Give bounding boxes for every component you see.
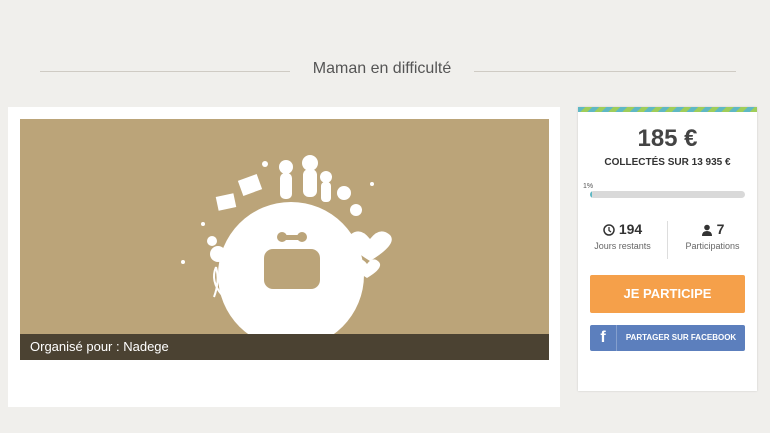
facebook-icon: f bbox=[590, 325, 617, 351]
organizer-bar: Organisé pour : Nadege bbox=[20, 334, 549, 360]
people-icon bbox=[279, 155, 332, 202]
days-remaining-stat: 194 Jours restants bbox=[578, 221, 667, 251]
gift-icon bbox=[215, 174, 263, 211]
facebook-share-label: PARTAGER SUR FACEBOOK bbox=[625, 333, 737, 342]
collected-goal-text: COLLECTÉS SUR 13 935 € bbox=[604, 157, 731, 168]
title-divider-right bbox=[474, 71, 736, 72]
title-divider-left bbox=[40, 71, 290, 72]
facebook-share-button[interactable]: f PARTAGER SUR FACEBOOK bbox=[590, 325, 745, 351]
days-remaining-label: Jours restants bbox=[594, 241, 651, 251]
campaign-card: Organisé pour : Nadege bbox=[8, 107, 560, 407]
clock-icon bbox=[603, 224, 615, 236]
progress-fill bbox=[590, 191, 592, 198]
person-icon bbox=[701, 224, 712, 236]
page-title: Maman en difficulté bbox=[312, 60, 452, 77]
campaign-banner: Organisé pour : Nadege bbox=[20, 119, 549, 360]
purse-illustration bbox=[181, 155, 392, 348]
participants-stat: 7 Participations bbox=[668, 221, 757, 251]
progress-bar bbox=[590, 191, 745, 198]
participants-value: 7 bbox=[716, 221, 725, 237]
donation-panel: 185 € COLLECTÉS SUR 13 935 € 1% 194 Jour… bbox=[578, 107, 757, 391]
progress-percent: 1% bbox=[583, 183, 594, 190]
participate-button[interactable]: JE PARTICIPE bbox=[590, 275, 745, 313]
participants-label: Participations bbox=[685, 241, 740, 251]
decorative-stripe bbox=[578, 107, 757, 112]
stats-row: 194 Jours restants 7 Participations bbox=[578, 221, 757, 261]
page-title-row: Maman en difficulté bbox=[0, 55, 770, 87]
days-remaining-value: 194 bbox=[618, 221, 643, 237]
amount-collected: 185 € bbox=[637, 125, 698, 152]
